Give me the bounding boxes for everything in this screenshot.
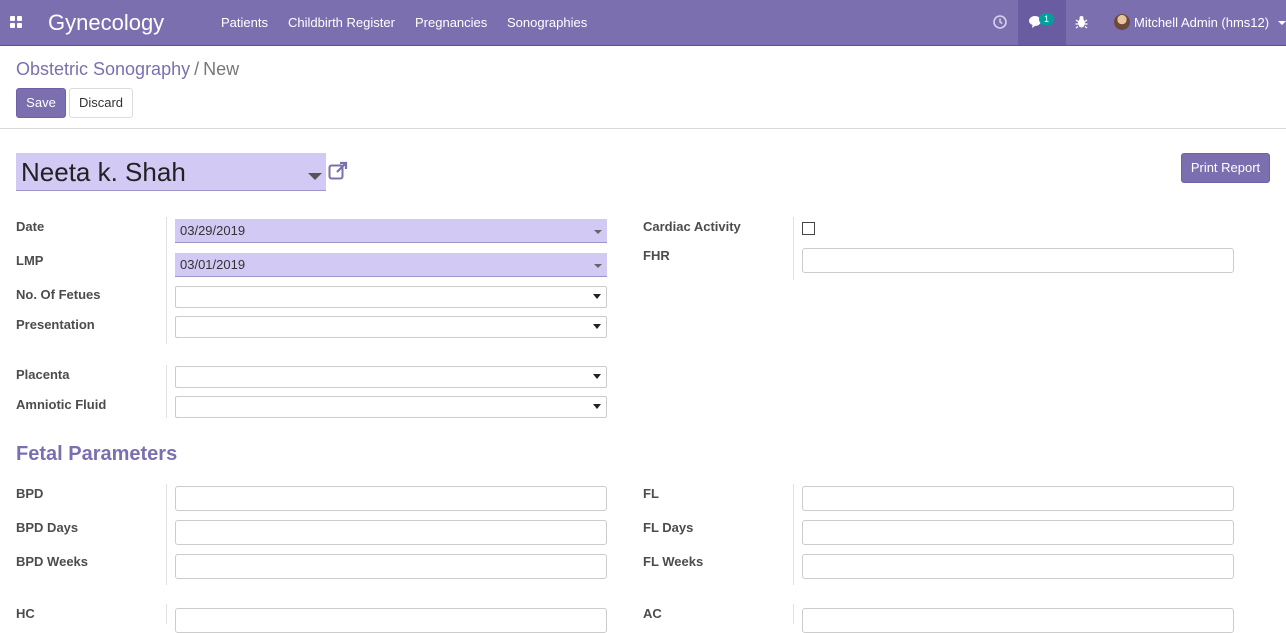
breadcrumb-parent[interactable]: Obstetric Sonography (16, 59, 190, 79)
top-navbar: Gynecology Patients Childbirth Register … (0, 0, 1286, 46)
user-menu-label[interactable]: Mitchell Admin (hms12) (1134, 15, 1269, 30)
group-divider (793, 484, 794, 585)
group-divider (166, 217, 167, 344)
menu-patients[interactable]: Patients (221, 15, 268, 30)
date-caret-icon[interactable] (594, 230, 602, 234)
chevron-down-icon (593, 374, 601, 379)
chevron-down-icon (593, 324, 601, 329)
bpd-label: BPD (16, 486, 44, 501)
app-brand: Gynecology (48, 10, 165, 35)
amniotic-fluid-select[interactable] (175, 396, 607, 418)
chevron-down-icon (593, 294, 601, 299)
fetuses-select[interactable] (175, 286, 607, 308)
user-avatar[interactable] (1114, 14, 1130, 30)
chevron-down-icon (593, 404, 601, 409)
patient-dropdown-caret-icon[interactable] (308, 173, 322, 180)
group-divider (793, 217, 794, 280)
fl-weeks-label: FL Weeks (643, 554, 704, 569)
discard-button[interactable]: Discard (69, 88, 133, 118)
external-link-icon[interactable] (328, 161, 348, 181)
user-menu-caret-icon[interactable] (1278, 21, 1286, 25)
print-report-button[interactable]: Print Report (1181, 153, 1270, 183)
bpd-weeks-input[interactable] (175, 554, 607, 579)
fl-days-label: FL Days (643, 520, 694, 535)
cardiac-activity-label: Cardiac Activity (643, 219, 741, 234)
bpd-days-label: BPD Days (16, 520, 79, 535)
cardiac-activity-checkbox[interactable] (802, 222, 815, 235)
lmp-field[interactable]: 03/01/2019 (175, 253, 607, 277)
bpd-weeks-label: BPD Weeks (16, 554, 89, 569)
lmp-caret-icon[interactable] (594, 264, 602, 268)
save-button[interactable]: Save (16, 88, 66, 118)
menu-pregnancies[interactable]: Pregnancies (415, 15, 487, 30)
bpd-days-input[interactable] (175, 520, 607, 545)
clock-icon[interactable] (993, 15, 1007, 32)
fetuses-label: No. Of Fetues (16, 287, 101, 302)
fhr-label: FHR (643, 248, 670, 263)
presentation-select[interactable] (175, 316, 607, 338)
fl-label: FL (643, 486, 659, 501)
placenta-select[interactable] (175, 366, 607, 388)
group-divider (166, 604, 167, 624)
hc-input[interactable] (175, 608, 607, 633)
placenta-label: Placenta (16, 367, 70, 382)
presentation-label: Presentation (16, 317, 95, 332)
patient-name: Neeta k. Shah (21, 157, 186, 187)
messages-badge: 1 (1039, 13, 1055, 25)
apps-grid-icon[interactable] (10, 16, 23, 29)
patient-select[interactable]: Neeta k. Shah (16, 153, 326, 191)
bug-icon[interactable] (1075, 15, 1088, 32)
date-label: Date (16, 219, 45, 234)
group-divider (793, 604, 794, 624)
menu-childbirth-register[interactable]: Childbirth Register (288, 15, 395, 30)
breadcrumb: Obstetric Sonography / New (16, 59, 239, 80)
control-panel-divider (0, 128, 1286, 129)
fetal-parameters-title: Fetal Parameters (16, 443, 178, 465)
breadcrumb-separator: / (194, 59, 200, 79)
date-value: 03/29/2019 (180, 223, 246, 238)
amniotic-fluid-label: Amniotic Fluid (16, 397, 107, 412)
breadcrumb-current: New (203, 59, 240, 79)
ac-input[interactable] (802, 608, 1234, 633)
fl-days-input[interactable] (802, 520, 1234, 545)
bpd-input[interactable] (175, 486, 607, 511)
date-field[interactable]: 03/29/2019 (175, 219, 607, 243)
fl-input[interactable] (802, 486, 1234, 511)
group-divider (166, 484, 167, 585)
menu-sonographies[interactable]: Sonographies (507, 15, 587, 30)
fl-weeks-input[interactable] (802, 554, 1234, 579)
fhr-input[interactable] (802, 248, 1234, 273)
lmp-label: LMP (16, 253, 44, 268)
group-divider (166, 365, 167, 418)
lmp-value: 03/01/2019 (180, 257, 246, 272)
